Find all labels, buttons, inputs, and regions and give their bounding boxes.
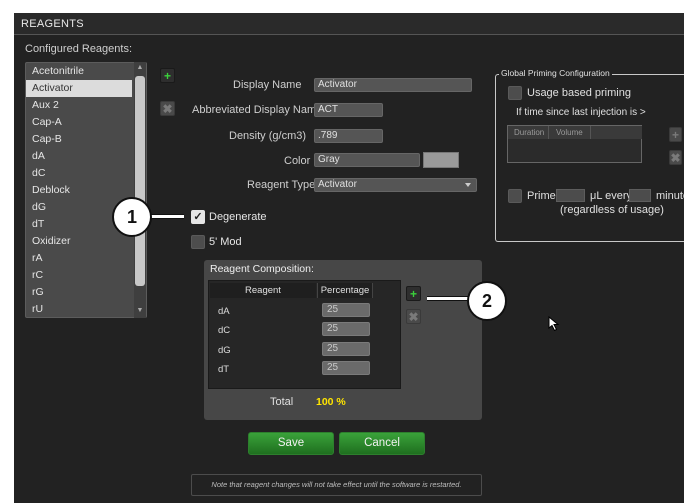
x-icon: ✖ xyxy=(162,102,173,116)
reagent-list-item[interactable]: rC xyxy=(26,267,146,284)
composition-reagent-cell: dT xyxy=(218,364,230,375)
composition-percentage-input[interactable]: 25 xyxy=(322,322,370,336)
reagent-list-item[interactable]: rA xyxy=(26,250,146,267)
prime-volume-input[interactable] xyxy=(556,189,585,202)
composition-percentage-input[interactable]: 25 xyxy=(322,361,370,375)
abbreviated-display-name-input[interactable]: ACT xyxy=(314,103,383,117)
prime-label: Prime xyxy=(527,190,556,202)
reagent-list-item[interactable]: dA xyxy=(26,148,146,165)
global-priming-title: Global Priming Configuration xyxy=(499,68,612,78)
mouse-cursor-icon xyxy=(548,316,560,332)
plus-icon: + xyxy=(409,287,417,301)
save-button[interactable]: Save xyxy=(248,432,334,455)
reagent-list-item[interactable]: rG xyxy=(26,284,146,301)
remove-reagent-button[interactable]: ✖ xyxy=(160,101,175,116)
add-priming-row-button[interactable]: + xyxy=(669,127,682,142)
composition-percentage-input[interactable]: 25 xyxy=(322,342,370,356)
callout-1-leader-line xyxy=(150,214,184,219)
add-reagent-button[interactable]: + xyxy=(160,68,175,83)
composition-reagent-cell: dA xyxy=(218,306,230,317)
window-titlebar: REAGENTS xyxy=(14,13,684,35)
checkmark-icon: ✓ xyxy=(193,211,203,223)
regardless-of-usage-label: (regardless of usage) xyxy=(560,204,664,216)
scroll-thumb[interactable] xyxy=(135,76,145,286)
composition-reagent-cell: dG xyxy=(218,345,231,356)
scroll-down-icon[interactable]: ▼ xyxy=(136,307,144,315)
remove-composition-row-button[interactable]: ✖ xyxy=(406,309,421,324)
degenerate-label: Degenerate xyxy=(209,211,267,223)
total-label: Total xyxy=(270,396,294,408)
minute-label: minute xyxy=(656,190,684,202)
reagent-list-item[interactable]: Aux 2 xyxy=(26,97,146,114)
reagent-list-item[interactable]: Cap-A xyxy=(26,114,146,131)
configured-reagents-list[interactable]: Acetonitrile Activator Aux 2 Cap-A Cap-B dA dC… xyxy=(25,62,147,318)
composition-reagent-cell: dC xyxy=(218,325,231,336)
reagent-list-item[interactable]: rU xyxy=(26,301,146,317)
prime-checkbox[interactable] xyxy=(508,189,522,203)
degenerate-checkbox[interactable]: ✓ xyxy=(191,210,205,224)
density-input[interactable]: .789 xyxy=(314,129,383,143)
x-icon: ✖ xyxy=(670,151,681,165)
scroll-up-icon[interactable]: ▲ xyxy=(136,64,144,72)
five-prime-mod-checkbox[interactable] xyxy=(191,235,205,249)
restart-note: Note that reagent changes will not take … xyxy=(191,474,482,496)
color-label: Color xyxy=(284,155,311,167)
cancel-button[interactable]: Cancel xyxy=(339,432,425,455)
ul-every-label: μL every xyxy=(590,190,633,202)
priming-table[interactable]: Duration Volume xyxy=(507,125,642,163)
remove-priming-row-button[interactable]: ✖ xyxy=(669,150,682,165)
reagent-list-scrollbar[interactable]: ▲ ▼ xyxy=(134,62,146,318)
reagent-list-item[interactable]: dC xyxy=(26,165,146,182)
blank-header xyxy=(591,126,642,139)
reagent-type-label: Reagent Type xyxy=(247,179,316,191)
callout-2-leader-line xyxy=(427,296,469,301)
usage-based-priming-checkbox[interactable] xyxy=(508,86,522,100)
callout-1: 1 xyxy=(112,197,152,237)
display-name-input[interactable]: Activator xyxy=(314,78,472,92)
display-name-label: Display Name xyxy=(233,79,302,91)
reagent-list-item[interactable]: Acetonitrile xyxy=(26,63,146,80)
reagent-list-item[interactable]: Activator xyxy=(26,80,132,97)
usage-based-priming-label: Usage based priming xyxy=(527,87,631,99)
window-title: REAGENTS xyxy=(21,18,84,30)
five-prime-mod-label: 5' Mod xyxy=(209,236,242,248)
configured-reagents-label: Configured Reagents: xyxy=(25,43,133,55)
volume-header: Volume xyxy=(549,126,591,139)
total-value: 100 % xyxy=(316,396,346,408)
time-since-injection-label: If time since last injection is > xyxy=(516,107,646,118)
color-swatch[interactable] xyxy=(423,152,459,168)
reagents-window: REAGENTS Configured Reagents: Acetonitri… xyxy=(0,0,684,503)
percentage-column-header: Percentage xyxy=(317,283,373,298)
reagent-composition-title: Reagent Composition: xyxy=(210,263,314,275)
duration-header: Duration xyxy=(508,126,549,139)
reagent-type-select[interactable]: Activator xyxy=(314,178,477,192)
prime-interval-input[interactable] xyxy=(629,189,651,202)
reagent-column-header: Reagent xyxy=(210,283,316,298)
abbreviated-display-name-label: Abbreviated Display Name xyxy=(192,104,323,116)
callout-2: 2 xyxy=(467,281,507,321)
plus-icon: + xyxy=(163,69,171,83)
add-composition-row-button[interactable]: + xyxy=(406,286,421,301)
reagent-list-item[interactable]: Cap-B xyxy=(26,131,146,148)
composition-percentage-input[interactable]: 25 xyxy=(322,303,370,317)
plus-icon: + xyxy=(671,128,679,142)
density-label: Density (g/cm3) xyxy=(229,130,307,142)
color-select[interactable]: Gray xyxy=(314,153,420,167)
x-icon: ✖ xyxy=(408,310,419,324)
